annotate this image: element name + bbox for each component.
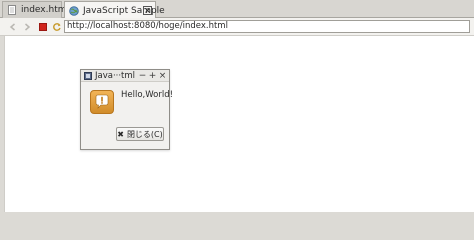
info-exclamation-icon [90,90,114,114]
tab-label: JavaScript Sample [83,5,165,16]
minimize-icon[interactable]: − [138,71,147,81]
reload-icon[interactable] [52,22,62,32]
forward-arrow-icon[interactable] [22,22,32,32]
close-icon[interactable]: × [158,71,167,81]
browser-content-area [4,36,474,212]
dialog-message: Hello,World! [121,90,174,100]
close-tab-icon[interactable] [143,6,152,15]
tab-label: index.html [21,5,69,15]
globe-icon [69,5,79,16]
navigation-toolbar: http://localhost:8080/hoge/index.html [0,18,474,36]
close-button-label: 閉じる(C) [126,129,163,139]
back-arrow-icon[interactable] [8,22,18,32]
url-field[interactable]: http://localhost:8080/hoge/index.html [64,20,470,33]
dialog-title: Java···tml [95,70,136,81]
tab-javascript-sample[interactable]: JavaScript Sample [64,1,165,19]
dialog-titlebar[interactable]: Java···tml − + × [81,70,169,82]
alert-dialog: Java···tml − + × Hello,World! ✖ 閉じる(C) [80,69,174,150]
tab-bar: index.html JavaScript Sample [0,0,474,19]
stop-icon[interactable] [38,22,48,32]
tab-index-html[interactable]: index.html [2,1,69,18]
cancel-x-icon: ✖ [117,129,124,139]
page-icon [7,5,17,15]
close-dialog-button[interactable]: ✖ 閉じる(C) [116,127,164,141]
app-icon [84,71,92,80]
maximize-icon[interactable]: + [148,71,157,81]
